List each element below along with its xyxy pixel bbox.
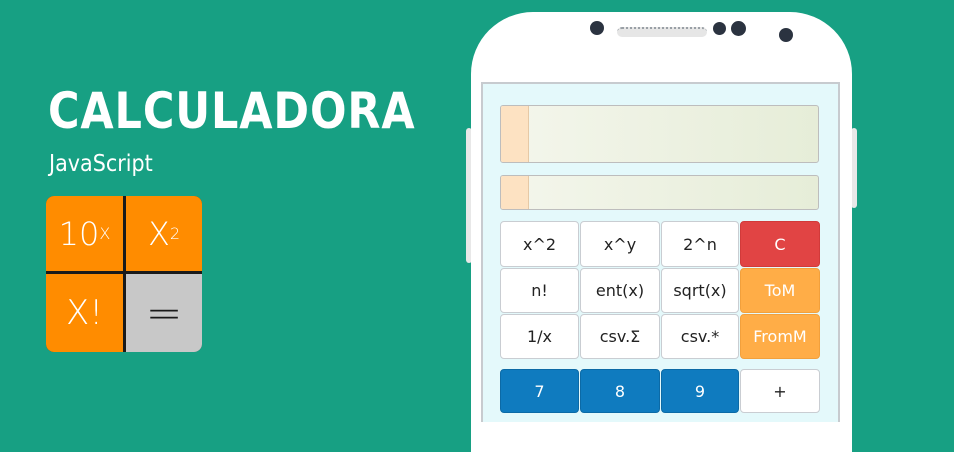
key-to-memory[interactable]: ToM: [740, 268, 820, 313]
logo-tile-factorial: X!: [46, 274, 123, 352]
logo-tile-square: X2: [126, 196, 202, 271]
secondary-display[interactable]: [500, 175, 819, 210]
key-power-of-two[interactable]: 2^n: [661, 221, 739, 267]
key-factorial[interactable]: n!: [500, 268, 579, 313]
logo-tile-power-exponent: X: [99, 224, 111, 243]
light-sensor-icon: [779, 28, 793, 42]
front-sensor-icon: [590, 21, 604, 35]
key-digit-9[interactable]: 9: [661, 369, 739, 413]
main-display[interactable]: [500, 105, 819, 163]
app-subtitle: JavaScript: [49, 151, 153, 177]
key-square-root[interactable]: sqrt(x): [661, 268, 739, 313]
key-plus[interactable]: +: [740, 369, 820, 413]
logo-tile-square-base: X: [147, 214, 170, 253]
logo-tile-power-of-ten: 10 X: [46, 196, 123, 271]
main-display-cursor: [501, 106, 529, 162]
front-camera-icon: [731, 21, 746, 36]
logo-tile-power-base: 10: [58, 214, 100, 253]
key-power[interactable]: x^y: [580, 221, 660, 267]
logo-tile-square-exponent: 2: [169, 224, 181, 243]
calculator-logo: 10 X X2 X! =: [46, 196, 202, 352]
app-title: CALCULADORA: [48, 82, 416, 140]
key-csv-product[interactable]: csv.*: [661, 314, 739, 359]
key-square[interactable]: x^2: [500, 221, 579, 267]
key-digit-7[interactable]: 7: [500, 369, 579, 413]
secondary-display-cursor: [501, 176, 529, 209]
key-integer-part[interactable]: ent(x): [580, 268, 660, 313]
key-from-memory[interactable]: FromM: [740, 314, 820, 359]
phone-speaker-grille: [617, 27, 707, 37]
key-reciprocal[interactable]: 1/x: [500, 314, 579, 359]
key-clear[interactable]: C: [740, 221, 820, 267]
key-csv-sum[interactable]: csv.Σ: [580, 314, 660, 359]
logo-tile-equals: =: [126, 274, 202, 352]
key-digit-8[interactable]: 8: [580, 369, 660, 413]
proximity-sensor-icon: [713, 22, 726, 35]
